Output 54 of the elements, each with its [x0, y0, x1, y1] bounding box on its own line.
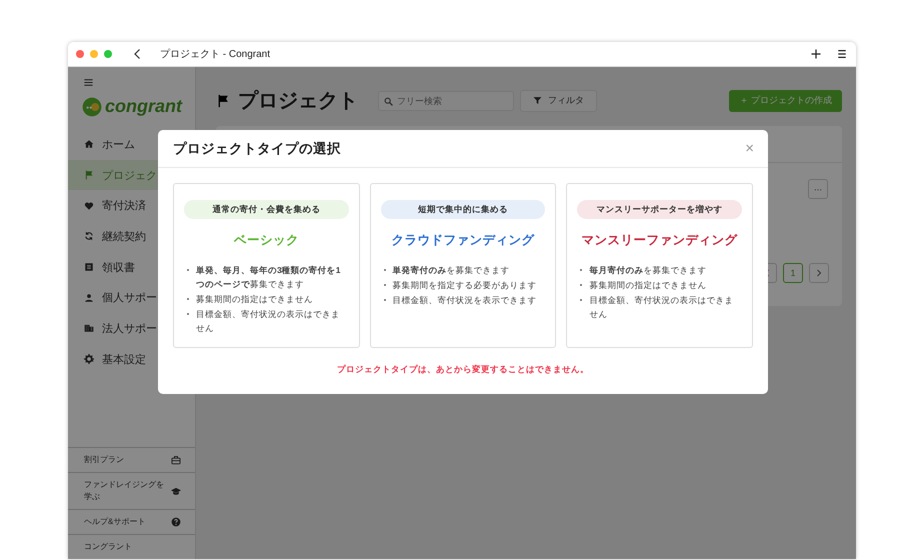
close-dot[interactable]	[76, 50, 84, 58]
menu-icon[interactable]	[836, 48, 848, 60]
logo-icon	[82, 96, 102, 116]
sidebar-link[interactable]: 割引プラン	[68, 447, 195, 472]
feature-text: 目標金額、寄付状況の表示はできません	[196, 308, 341, 335]
feature-text: 募集期間の指定はできません	[589, 279, 706, 292]
type-tag: 短期で集中的に集める	[380, 200, 546, 219]
type-name: マンスリーファンディング	[582, 232, 738, 249]
feature-text: 募集期間の指定はできません	[196, 293, 313, 306]
feature-text: 募集期間を指定する必要があります	[392, 279, 537, 292]
plus-icon[interactable]	[810, 48, 822, 60]
type-name: ベーシック	[234, 232, 299, 249]
page-button[interactable]: 1	[783, 263, 803, 283]
type-tag: マンスリーサポーターを増やす	[577, 200, 742, 219]
search-icon	[384, 96, 393, 106]
window-title: プロジェクト - Congrant	[160, 48, 272, 61]
help-icon	[171, 517, 181, 527]
feature-text: 単発寄付のみを募集できます	[392, 264, 510, 277]
filter-button[interactable]: フィルタ	[520, 90, 597, 112]
logo-text: congrant	[105, 96, 182, 117]
warning-text: プロジェクトタイプは、あとから変更することはできません。	[337, 364, 589, 376]
home-icon	[84, 139, 94, 150]
more-button[interactable]: ···	[808, 179, 828, 199]
type-tag: 通常の寄付・会費を集める	[184, 200, 349, 219]
building-icon	[84, 323, 94, 334]
next-page-button[interactable]	[809, 263, 829, 283]
flag-icon	[84, 170, 94, 180]
sidebar-link[interactable]: コングラント	[68, 534, 195, 559]
chevron-right-icon	[815, 269, 823, 277]
filter-icon	[533, 96, 542, 105]
minimize-dot[interactable]	[90, 50, 98, 58]
list-icon	[84, 262, 94, 272]
flag-icon	[216, 94, 230, 108]
feature-text: 目標金額、寄付状況を表示できます	[392, 294, 537, 307]
modal-title: プロジェクトタイプの選択	[173, 140, 341, 158]
project-type-card[interactable]: 短期で集中的に集める クラウドファンディング 単発寄付のみを募集できます 募集期間を指定する必要があります 目標金額、寄付状況を表示できます	[370, 183, 556, 348]
briefcase-icon	[171, 455, 181, 465]
page-title: プロジェクト	[238, 88, 358, 114]
feature-text: 目標金額、寄付状況の表示はできません	[589, 294, 734, 321]
sync-icon	[84, 231, 94, 242]
feature-text: 毎月寄付のみを募集できます	[589, 264, 706, 277]
settings-icon	[84, 354, 94, 364]
project-type-card[interactable]: マンスリーサポーターを増やす マンスリーファンディング 毎月寄付のみを募集できます 募集期間の指定はできません 目標金額、寄付状況の表示はできません	[566, 183, 754, 348]
feature-text: 単発、毎月、毎年の3種類の寄付を1つのページで募集できます	[196, 264, 342, 291]
sidebar-link[interactable]: ファンドレイジングを学ぶ	[68, 472, 195, 509]
zoom-dot[interactable]	[104, 50, 112, 58]
sidebar-link[interactable]: ヘルプ&サポート	[68, 509, 195, 534]
heart-icon	[84, 200, 94, 211]
search-field[interactable]: フリー検索	[378, 90, 514, 110]
person-icon	[84, 292, 94, 303]
project-type-card[interactable]: 通常の寄付・会費を集める ベーシック 単発、毎月、毎年の3種類の寄付を1つのページで募集できます 募集期間の指定はできません 目標金額、寄付状況の表示はできません	[173, 183, 360, 348]
close-button[interactable]: ×	[745, 140, 754, 157]
type-name: クラウドファンディング	[392, 232, 534, 249]
graduation-cap-icon	[171, 486, 181, 496]
